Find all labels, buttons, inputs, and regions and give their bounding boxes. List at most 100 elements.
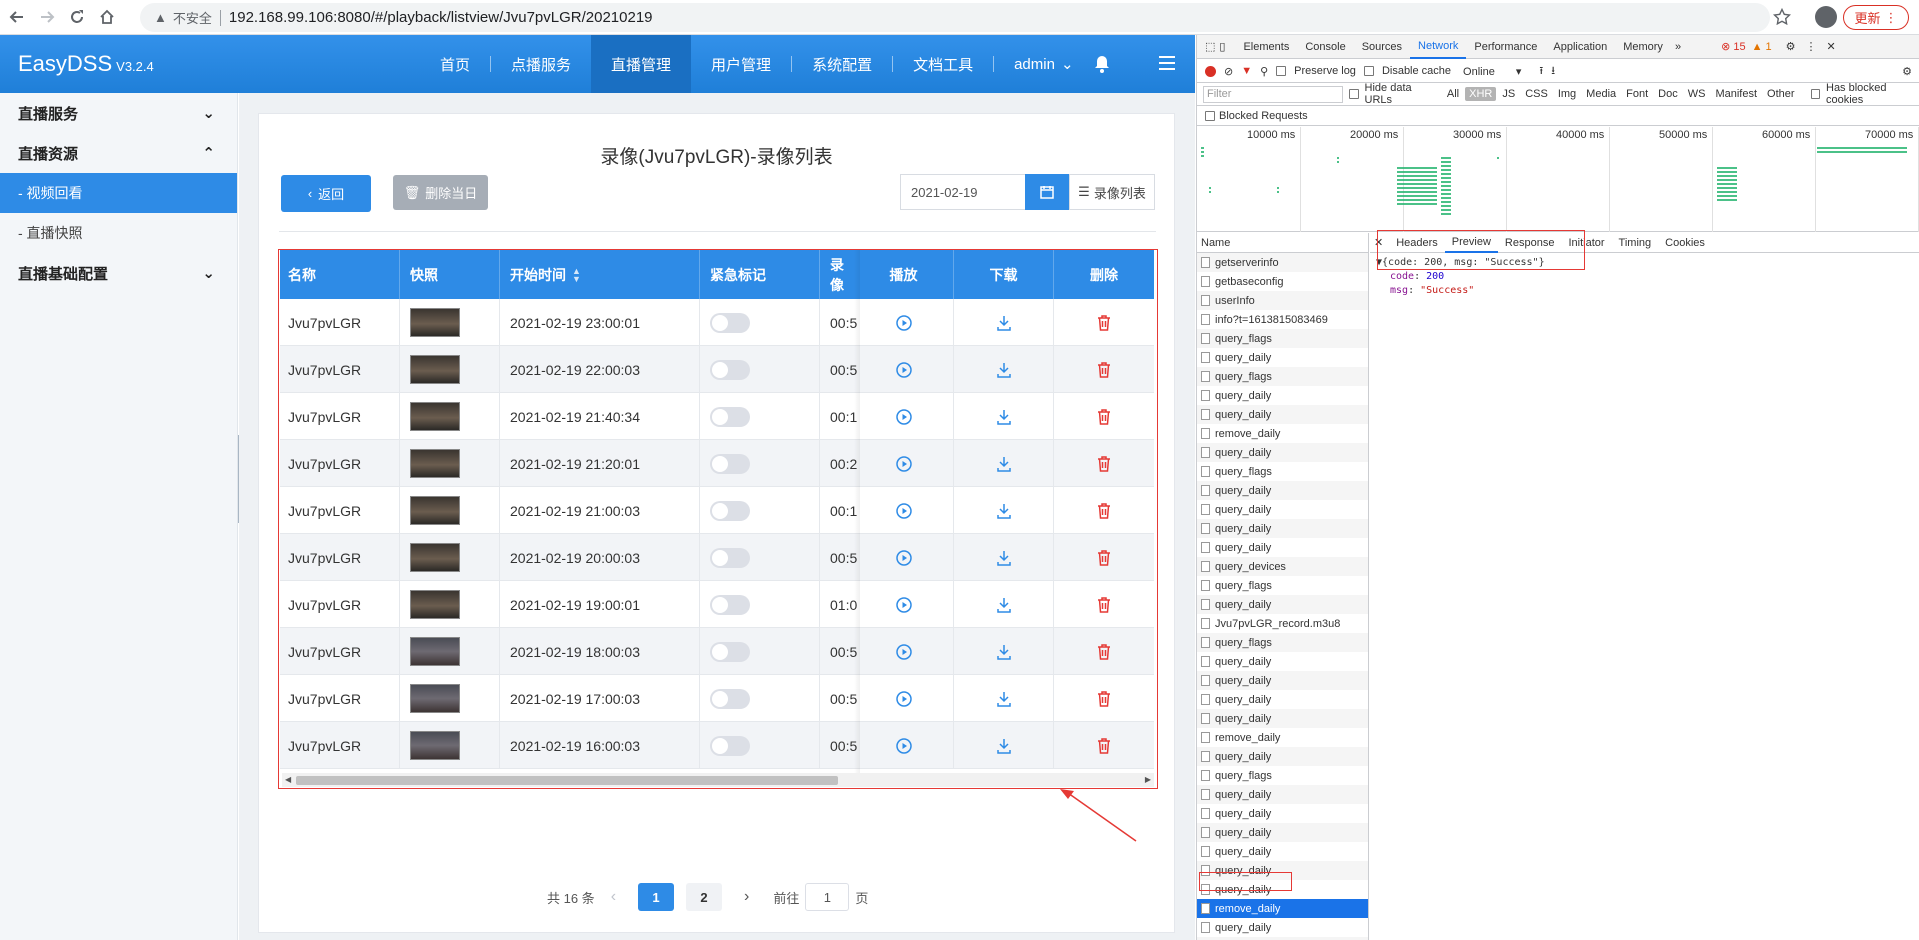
filter-type-ws[interactable]: WS [1684, 87, 1710, 101]
request-row[interactable]: query_flags [1197, 329, 1368, 348]
inspect-icon[interactable]: ⬚ [1205, 40, 1215, 53]
error-count-icon[interactable]: ⊗ 15 [1721, 40, 1746, 53]
profile-avatar-icon[interactable] [1815, 6, 1837, 28]
hide-data-urls-checkbox[interactable] [1349, 89, 1359, 99]
request-row[interactable]: query_flags [1197, 367, 1368, 386]
request-row[interactable]: query_daily [1197, 785, 1368, 804]
nav-system[interactable]: 系统配置 [792, 35, 892, 93]
network-timeline-overview[interactable]: 10000 ms 20000 ms 30000 ms 40000 ms 50000 ms… [1197, 127, 1919, 232]
has-blocked-cookies-checkbox[interactable] [1810, 89, 1820, 99]
browser-update-button[interactable]: 更新 ⋮ [1843, 5, 1909, 30]
filter-type-img[interactable]: Img [1554, 87, 1580, 101]
calendar-button[interactable] [1025, 174, 1069, 210]
brand-logo[interactable]: EasyDSS V3.2.4 [18, 51, 154, 77]
filter-type-css[interactable]: CSS [1521, 87, 1552, 101]
nav-home[interactable]: 首页 [420, 35, 490, 93]
request-row[interactable]: query_daily [1197, 823, 1368, 842]
pager-next-icon[interactable]: › [744, 888, 749, 906]
request-row[interactable]: query_flags [1197, 633, 1368, 652]
pager-page-2[interactable]: 2 [686, 883, 723, 911]
request-row[interactable]: query_daily [1197, 804, 1368, 823]
request-row[interactable]: remove_daily [1197, 424, 1368, 443]
request-row[interactable]: query_flags [1197, 766, 1368, 785]
delete-day-button[interactable]: 🗑 删除当日 [393, 175, 488, 210]
blocked-requests-checkbox[interactable] [1205, 110, 1215, 121]
sidebar-item-playback[interactable]: - 视频回看 [0, 173, 237, 213]
throttle-select[interactable]: Online ▾ [1463, 65, 1521, 78]
filter-type-doc[interactable]: Doc [1654, 87, 1682, 101]
request-row[interactable]: query_daily [1197, 690, 1368, 709]
bell-icon[interactable] [1094, 55, 1110, 76]
request-row[interactable]: Jvu7pvLGR_record.m3u8 [1197, 614, 1368, 633]
devtools-tab-application[interactable]: Application [1545, 35, 1615, 59]
nav-vod[interactable]: 点播服务 [491, 35, 591, 93]
request-row[interactable]: query_daily [1197, 595, 1368, 614]
request-row[interactable]: info?t=1613815083469 [1197, 310, 1368, 329]
reload-icon[interactable] [64, 4, 90, 30]
request-row[interactable]: query_daily [1197, 652, 1368, 671]
filter-type-all[interactable]: All [1443, 87, 1463, 101]
request-row[interactable]: query_devices [1197, 557, 1368, 576]
filter-type-other[interactable]: Other [1763, 87, 1799, 101]
date-input[interactable]: 2021-02-19 [900, 174, 1025, 210]
kebab-menu-icon[interactable]: ⋮ [1806, 40, 1817, 53]
address-bar[interactable]: ▲ 不安全 192.168.99.106:8080/#/playback/lis… [140, 3, 1770, 32]
filter-type-xhr[interactable]: XHR [1465, 87, 1497, 101]
nav-live[interactable]: 直播管理 [591, 35, 692, 93]
request-row[interactable]: userInfo [1197, 291, 1368, 310]
request-row[interactable]: query_daily [1197, 747, 1368, 766]
detail-tab-cookies[interactable]: Cookies [1658, 233, 1712, 253]
disable-cache-checkbox[interactable] [1363, 66, 1374, 76]
preserve-log-checkbox[interactable] [1276, 66, 1287, 76]
download-icon[interactable]: ⭳ [1551, 62, 1555, 81]
more-tabs-icon[interactable]: » [1675, 41, 1681, 53]
user-menu[interactable]: admin ⌄ [994, 35, 1093, 93]
sidebar-group-live-resource[interactable]: 直播资源 ⌃ [0, 133, 237, 173]
request-row[interactable]: getserverinfo [1197, 253, 1368, 272]
nav-users[interactable]: 用户管理 [691, 35, 791, 93]
request-row[interactable]: query_daily [1197, 918, 1368, 937]
pager-prev-icon[interactable]: ‹ [611, 888, 616, 906]
devtools-tab-elements[interactable]: Elements [1235, 35, 1297, 59]
bookmark-star-icon[interactable] [1772, 7, 1792, 29]
request-row[interactable]: remove_daily [1197, 728, 1368, 747]
sidebar-item-snapshot[interactable]: - 直播快照 [0, 213, 237, 253]
request-row[interactable]: query_daily [1197, 842, 1368, 861]
network-settings-icon[interactable]: ⚙ [1902, 65, 1912, 78]
request-row[interactable]: remove_daily [1197, 899, 1368, 918]
devtools-tab-performance[interactable]: Performance [1466, 35, 1545, 59]
devtools-tab-sources[interactable]: Sources [1354, 35, 1410, 59]
devtools-tab-network[interactable]: Network [1410, 35, 1467, 59]
request-row[interactable]: query_daily [1197, 405, 1368, 424]
request-row[interactable]: query_daily [1197, 481, 1368, 500]
device-toggle-icon[interactable]: ▯ [1219, 40, 1225, 53]
gear-icon[interactable]: ⚙ [1786, 40, 1796, 53]
back-arrow-icon[interactable] [4, 4, 30, 30]
home-icon[interactable] [94, 4, 120, 30]
request-row[interactable]: query_daily [1197, 519, 1368, 538]
request-row[interactable]: query_daily [1197, 500, 1368, 519]
request-row[interactable]: query_daily [1197, 671, 1368, 690]
nav-docs[interactable]: 文档工具 [893, 35, 993, 93]
request-row[interactable]: query_flags [1197, 462, 1368, 481]
warning-count-icon[interactable]: ▲ 1 [1752, 41, 1772, 53]
filter-type-media[interactable]: Media [1582, 87, 1620, 101]
forward-arrow-icon[interactable] [34, 4, 60, 30]
url-text[interactable]: 192.168.99.106:8080/#/playback/listview/… [229, 9, 653, 26]
filter-type-font[interactable]: Font [1622, 87, 1652, 101]
record-list-button[interactable]: ☰ 录像列表 [1069, 174, 1155, 210]
hamburger-menu-icon[interactable] [1158, 55, 1176, 74]
back-button[interactable]: ‹ 返回 [281, 175, 371, 212]
filter-type-manifest[interactable]: Manifest [1711, 87, 1761, 101]
request-row[interactable]: getbaseconfig [1197, 272, 1368, 291]
devtools-tab-memory[interactable]: Memory [1615, 35, 1671, 59]
pager-page-1[interactable]: 1 [638, 883, 675, 911]
sidebar-group-live-service[interactable]: 直播服务 ⌄ [0, 93, 237, 133]
pager-goto-input[interactable]: 1 [805, 883, 850, 911]
request-row[interactable]: query_daily [1197, 443, 1368, 462]
clear-icon[interactable]: ⊘ [1224, 65, 1233, 78]
detail-tab-timing[interactable]: Timing [1612, 233, 1659, 253]
request-row[interactable]: query_daily [1197, 348, 1368, 367]
search-icon[interactable]: ⚲ [1260, 65, 1268, 78]
request-row[interactable]: query_daily [1197, 709, 1368, 728]
